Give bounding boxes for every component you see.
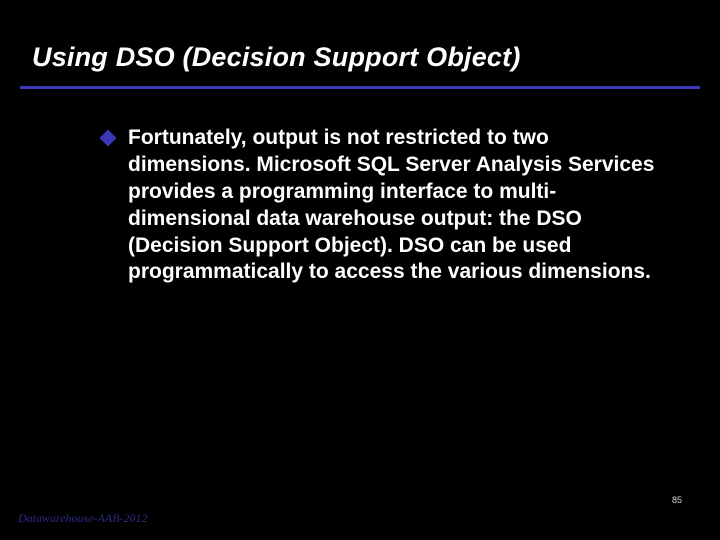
title-underline	[20, 86, 700, 89]
slide-title: Using DSO (Decision Support Object)	[0, 0, 720, 73]
diamond-bullet-icon	[100, 130, 117, 147]
page-number: 85	[672, 495, 682, 505]
footer-text: Datawarehouse-AAB-2012	[18, 511, 148, 526]
bullet-text: Fortunately, output is not restricted to…	[128, 125, 660, 286]
slide-body: Fortunately, output is not restricted to…	[102, 125, 660, 286]
slide: Using DSO (Decision Support Object) Fort…	[0, 0, 720, 540]
bullet-item: Fortunately, output is not restricted to…	[102, 125, 660, 286]
